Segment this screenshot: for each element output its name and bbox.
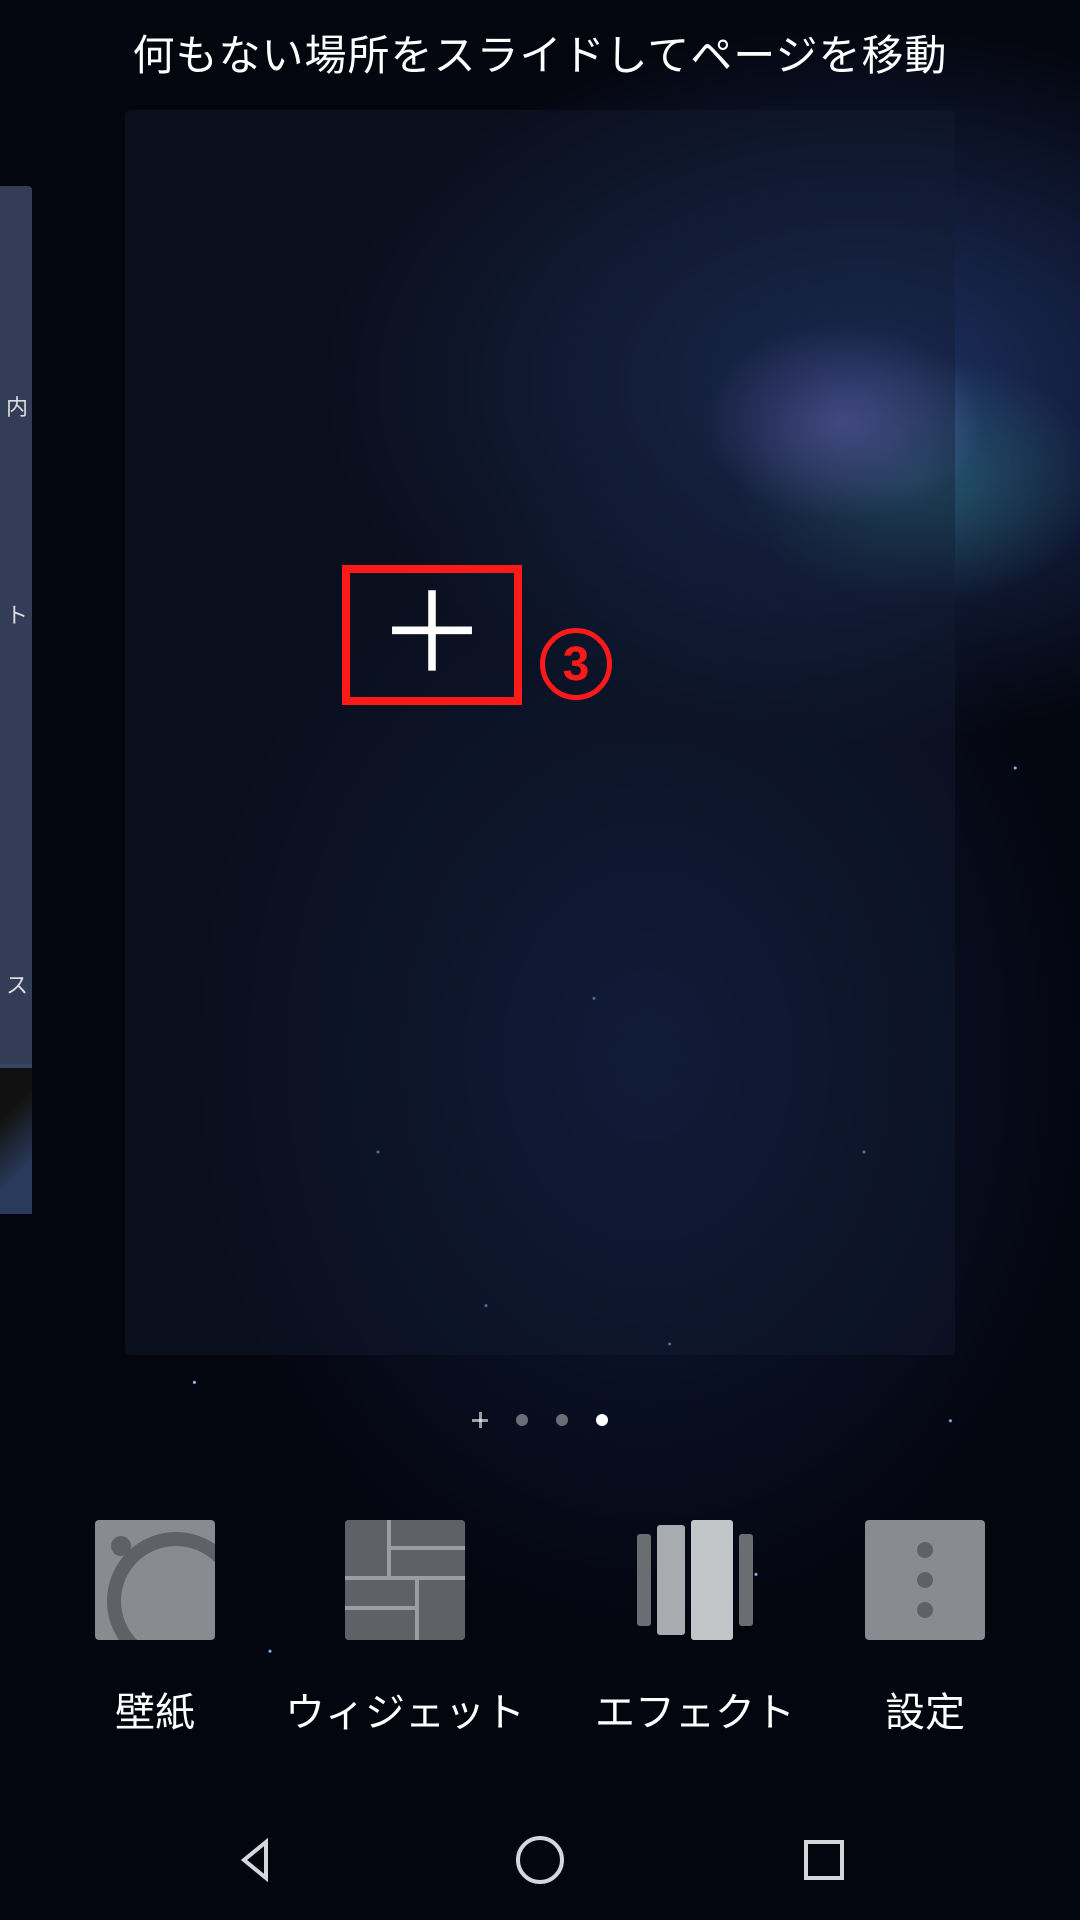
prev-thumb-fragment	[0, 1064, 32, 1214]
prev-item-fragment: ス	[0, 924, 32, 1044]
option-label: 設定	[885, 1680, 965, 1738]
page-dot[interactable]	[516, 1414, 528, 1426]
option-settings[interactable]: 設定	[865, 1520, 985, 1738]
option-label: ウィジェット	[285, 1680, 525, 1738]
reorder-hint-text: 何もない場所をスライドしてページを移動	[0, 22, 1080, 83]
plus-icon: ＋	[377, 580, 487, 690]
home-icon	[514, 1834, 566, 1886]
effects-icon	[635, 1520, 755, 1640]
back-icon	[232, 1836, 280, 1884]
add-page-button[interactable]: ＋	[342, 565, 522, 705]
system-navbar	[0, 1800, 1080, 1920]
widgets-icon	[345, 1520, 465, 1640]
page-dot[interactable]	[556, 1414, 568, 1426]
option-effects[interactable]: エフェクト	[595, 1520, 795, 1738]
nav-back-button[interactable]	[228, 1832, 284, 1888]
home-page-preview[interactable]	[125, 110, 955, 1355]
settings-icon	[865, 1520, 985, 1640]
option-label: 壁紙	[115, 1680, 195, 1738]
launcher-edit-options: 壁紙 ウィジェット エフェクト 設定	[0, 1520, 1080, 1738]
wallpaper-icon	[95, 1520, 215, 1640]
page-indicator	[0, 1412, 1080, 1428]
step-callout-badge: 3	[540, 628, 612, 700]
page-dot-active[interactable]	[596, 1414, 608, 1426]
prev-item-fragment: ト	[0, 554, 32, 674]
previous-page-sliver[interactable]: 内 ト ス	[0, 186, 32, 1214]
nav-home-button[interactable]	[512, 1832, 568, 1888]
option-label: エフェクト	[595, 1680, 795, 1738]
option-widgets[interactable]: ウィジェット	[285, 1520, 525, 1738]
recent-icon	[802, 1838, 846, 1882]
prev-item-fragment: 内	[0, 346, 32, 466]
page-dot-add[interactable]	[472, 1412, 488, 1428]
nav-recent-button[interactable]	[796, 1832, 852, 1888]
option-wallpaper[interactable]: 壁紙	[95, 1520, 215, 1738]
